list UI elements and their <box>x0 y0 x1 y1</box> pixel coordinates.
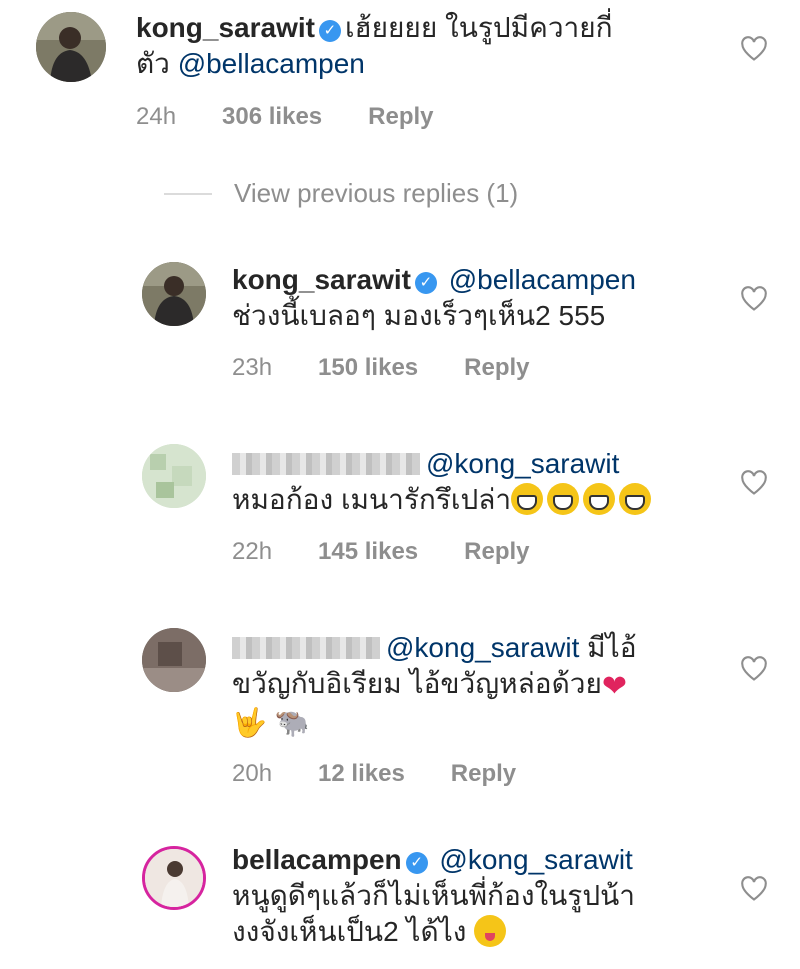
comment-meta: 23h 150 likes Reply <box>232 354 576 382</box>
comment-text: @kong_sarawit มีไอ้ ขวัญกับอิเรียม ไอ้ขว… <box>232 630 637 741</box>
username[interactable]: kong_sarawit <box>232 264 411 295</box>
comment-body-cont: งงจังเห็นเป็น2 ได้ไง <box>232 916 467 947</box>
verified-badge-icon: ✓ <box>318 20 341 42</box>
verified-badge-icon: ✓ <box>414 272 437 294</box>
comment-text: kong_sarawit ✓ @bellacampen ช่วงนี้เบลอๆ … <box>232 262 636 334</box>
username[interactable]: kong_sarawit <box>136 12 315 43</box>
comment-body: มีไอ้ <box>579 632 637 663</box>
heart-outline-icon[interactable] <box>740 656 768 682</box>
avatar[interactable] <box>36 12 106 82</box>
view-previous-label[interactable]: View previous replies (1) <box>234 178 518 208</box>
divider <box>164 193 212 195</box>
water-buffalo-emoji-icon: 🐃 <box>274 707 310 738</box>
comment-meta: 22h 145 likes Reply <box>232 538 576 566</box>
avatar[interactable] <box>142 262 206 326</box>
rock-hand-emoji-icon: 🤟 <box>232 707 267 738</box>
comment-meta: 20h 12 likes Reply <box>232 760 562 788</box>
comment-body: เฮ้ยยยย ในรูปมีควายกี่ <box>344 12 613 43</box>
grin-emoji-icon <box>511 483 544 515</box>
tongue-emoji-icon <box>474 915 507 947</box>
timestamp: 20h <box>232 760 273 787</box>
heart-emoji-icon: ❤ <box>601 670 628 703</box>
avatar[interactable] <box>142 846 206 910</box>
timestamp: 22h <box>232 538 273 565</box>
comment-body: ช่วงนี้เบลอๆ มองเร็วๆเห็น2 555 <box>232 300 606 331</box>
likes-count[interactable]: 12 likes <box>318 760 405 787</box>
mention-link[interactable]: @bellacampen <box>178 48 365 79</box>
comment-body-cont: ตัว <box>136 48 178 79</box>
comment-body: หมอก้อง เมนารักรึเปล่า <box>232 484 512 515</box>
likes-count[interactable]: 150 likes <box>318 354 418 381</box>
comment-text: @kong_sarawit หมอก้อง เมนารักรึเปล่า <box>232 446 655 518</box>
comment-text: bellacampen ✓ @kong_sarawit หนูดูดีๆแล้วก… <box>232 842 635 950</box>
avatar[interactable] <box>142 444 206 508</box>
avatar[interactable] <box>142 628 206 692</box>
heart-outline-icon[interactable] <box>740 36 768 62</box>
mention-link[interactable]: @kong_sarawit <box>426 448 619 479</box>
mention-link[interactable]: @bellacampen <box>449 264 636 295</box>
mention-link[interactable]: @kong_sarawit <box>386 632 579 663</box>
reply-button[interactable]: Reply <box>464 538 529 565</box>
timestamp: 23h <box>232 354 273 381</box>
heart-outline-icon[interactable] <box>740 876 768 902</box>
comment-text: kong_sarawit ✓ เฮ้ยยยย ในรูปมีควายกี่ ตัว … <box>136 10 613 82</box>
heart-outline-icon[interactable] <box>740 470 768 496</box>
grin-emoji-icon <box>583 483 616 515</box>
timestamp: 24h <box>136 103 177 130</box>
blurred-username[interactable] <box>232 453 420 475</box>
mention-link[interactable]: @kong_sarawit <box>439 844 632 875</box>
comment-body-cont: ขวัญกับอิเรียม ไอ้ขวัญหล่อด้วย <box>232 668 602 699</box>
verified-badge-icon: ✓ <box>405 852 428 874</box>
likes-count[interactable]: 306 likes <box>222 103 322 130</box>
comment-body: หนูดูดีๆแล้วก็ไม่เห็นพี่ก้องในรูปน้า <box>232 880 635 911</box>
reply-button[interactable]: Reply <box>451 760 516 787</box>
grin-emoji-icon <box>547 483 580 515</box>
comment-meta: 24h 306 likes Reply <box>136 103 480 131</box>
view-previous-replies[interactable]: View previous replies (1) <box>164 178 518 209</box>
username[interactable]: bellacampen <box>232 844 402 875</box>
blurred-username[interactable] <box>232 637 380 659</box>
reply-button[interactable]: Reply <box>368 103 433 130</box>
reply-button[interactable]: Reply <box>464 354 529 381</box>
heart-outline-icon[interactable] <box>740 286 768 312</box>
likes-count[interactable]: 145 likes <box>318 538 418 565</box>
grin-emoji-icon <box>619 483 652 515</box>
